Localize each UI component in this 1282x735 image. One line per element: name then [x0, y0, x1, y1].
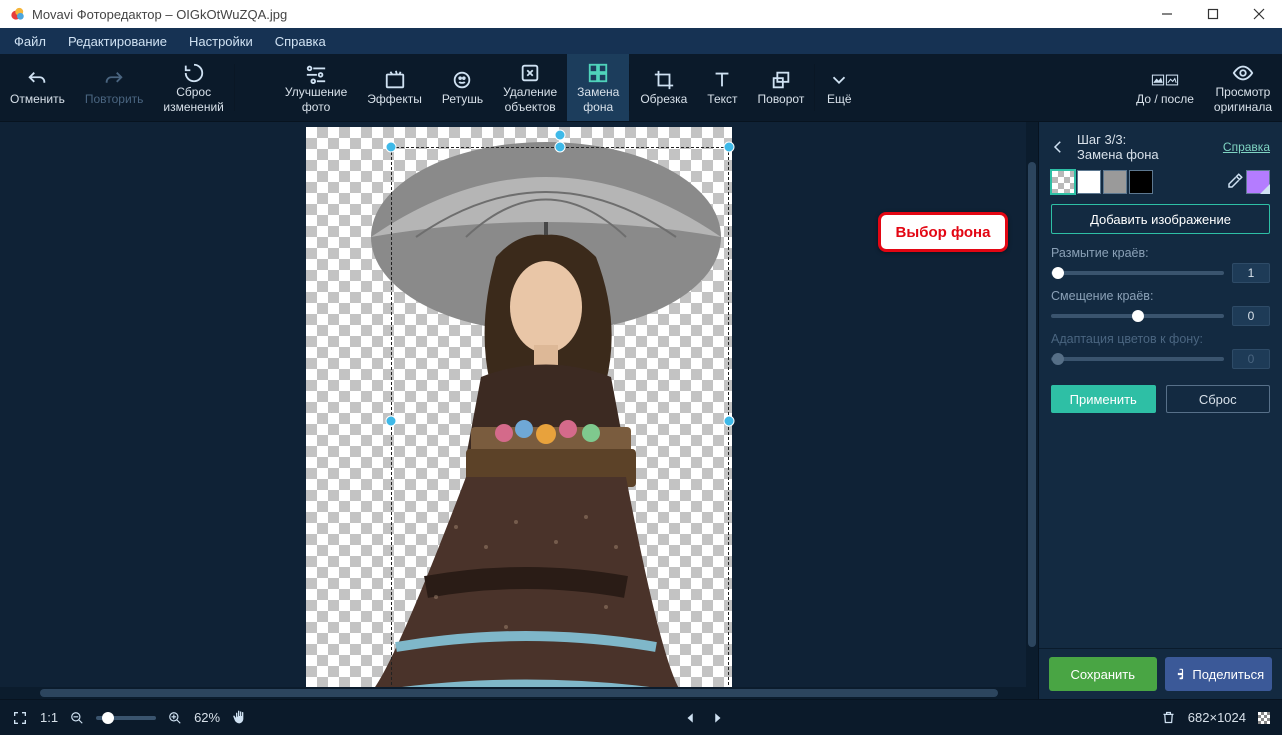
close-button[interactable] — [1236, 0, 1282, 28]
maximize-button[interactable] — [1190, 0, 1236, 28]
app-icon — [8, 5, 26, 23]
swatch-gray[interactable] — [1103, 170, 1127, 194]
view-original-button[interactable]: Просмотр оригинала — [1204, 54, 1282, 121]
shift-edges-label: Смещение краёв: — [1051, 289, 1270, 303]
rotate-button[interactable]: Поворот — [748, 54, 815, 121]
panel-title: Шаг 3/3: Замена фона — [1077, 132, 1215, 162]
background-swatches — [1039, 170, 1282, 204]
eyedropper-button[interactable] — [1226, 172, 1244, 193]
zoom-out-button[interactable] — [70, 711, 84, 725]
swatch-white[interactable] — [1077, 170, 1101, 194]
window-title: Movavi Фоторедактор – OIGkOtWuZQA.jpg — [32, 7, 287, 22]
selection-box[interactable] — [391, 147, 729, 695]
change-background-button[interactable]: Замена фона — [567, 54, 629, 121]
app-window: Movavi Фоторедактор – OIGkOtWuZQA.jpg Фа… — [0, 0, 1282, 735]
swatch-black[interactable] — [1129, 170, 1153, 194]
panel-back-button[interactable] — [1047, 136, 1069, 158]
adapt-colors-slider — [1051, 357, 1224, 361]
horizontal-scrollbar[interactable] — [0, 687, 1038, 699]
before-after-button[interactable]: До / после — [1126, 54, 1204, 121]
blur-edges-value[interactable]: 1 — [1232, 263, 1270, 283]
transparency-indicator-icon — [1258, 712, 1270, 724]
selection-handle-e[interactable] — [724, 416, 735, 427]
selection-handle-top[interactable] — [555, 130, 566, 141]
text-button[interactable]: Текст — [697, 54, 747, 121]
menu-settings[interactable]: Настройки — [179, 31, 263, 52]
zoom-in-button[interactable] — [168, 711, 182, 725]
menu-file[interactable]: Файл — [4, 31, 56, 52]
menu-help[interactable]: Справка — [265, 31, 336, 52]
more-button[interactable]: Ещё — [815, 54, 863, 121]
main-toolbar: Отменить Повторить Сброс изменений Улучш… — [0, 54, 1282, 122]
shift-edges-value[interactable]: 0 — [1232, 306, 1270, 326]
next-image-button[interactable] — [710, 711, 724, 725]
vertical-scrollbar[interactable] — [1026, 122, 1038, 687]
crop-button[interactable]: Обрезка — [630, 54, 697, 121]
zoom-slider[interactable] — [96, 716, 156, 720]
swatch-transparent[interactable] — [1051, 170, 1075, 194]
adapt-colors-value: 0 — [1232, 349, 1270, 369]
effects-button[interactable]: Эффекты — [357, 54, 432, 121]
menu-edit[interactable]: Редактирование — [58, 31, 177, 52]
title-bar: Movavi Фоторедактор – OIGkOtWuZQA.jpg — [0, 0, 1282, 28]
prev-image-button[interactable] — [684, 711, 698, 725]
selection-handle-n[interactable] — [555, 142, 566, 153]
delete-button[interactable] — [1161, 710, 1176, 725]
minimize-button[interactable] — [1144, 0, 1190, 28]
background-pick-callout: Выбор фона — [878, 212, 1008, 252]
add-image-button[interactable]: Добавить изображение — [1051, 204, 1270, 234]
retouch-button[interactable]: Ретушь — [432, 54, 493, 121]
selection-handle-ne[interactable] — [724, 142, 735, 153]
undo-button[interactable]: Отменить — [0, 54, 75, 121]
fullscreen-button[interactable] — [12, 710, 28, 726]
image-dimensions: 682×1024 — [1188, 710, 1246, 725]
redo-button[interactable]: Повторить — [75, 54, 154, 121]
save-button[interactable]: Сохранить — [1049, 657, 1157, 691]
reset-changes-button[interactable]: Сброс изменений — [153, 54, 233, 121]
enhance-button[interactable]: Улучшение фото — [275, 54, 357, 121]
pan-tool-button[interactable] — [232, 710, 248, 726]
selection-handle-nw[interactable] — [386, 142, 397, 153]
color-picker-button[interactable] — [1246, 170, 1270, 194]
apply-button[interactable]: Применить — [1051, 385, 1156, 413]
fit-actual-button[interactable]: 1:1 — [40, 710, 58, 725]
adapt-colors-label: Адаптация цветов к фону: — [1051, 332, 1270, 346]
selection-handle-w[interactable] — [386, 416, 397, 427]
status-bar: 1:1 62% 682×1024 — [0, 699, 1282, 735]
blur-edges-slider[interactable] — [1051, 271, 1224, 275]
blur-edges-label: Размытие краёв: — [1051, 246, 1270, 260]
menu-bar: Файл Редактирование Настройки Справка — [0, 28, 1282, 54]
reset-button[interactable]: Сброс — [1166, 385, 1271, 413]
shift-edges-slider[interactable] — [1051, 314, 1224, 318]
share-button[interactable]: Поделиться — [1165, 657, 1273, 691]
zoom-value: 62% — [194, 710, 220, 725]
side-panel: Шаг 3/3: Замена фона Справка Добавить из… — [1038, 122, 1282, 699]
remove-objects-button[interactable]: Удаление объектов — [493, 54, 567, 121]
canvas-area[interactable]: Выбор фона — [0, 122, 1038, 699]
panel-help-link[interactable]: Справка — [1223, 140, 1270, 154]
